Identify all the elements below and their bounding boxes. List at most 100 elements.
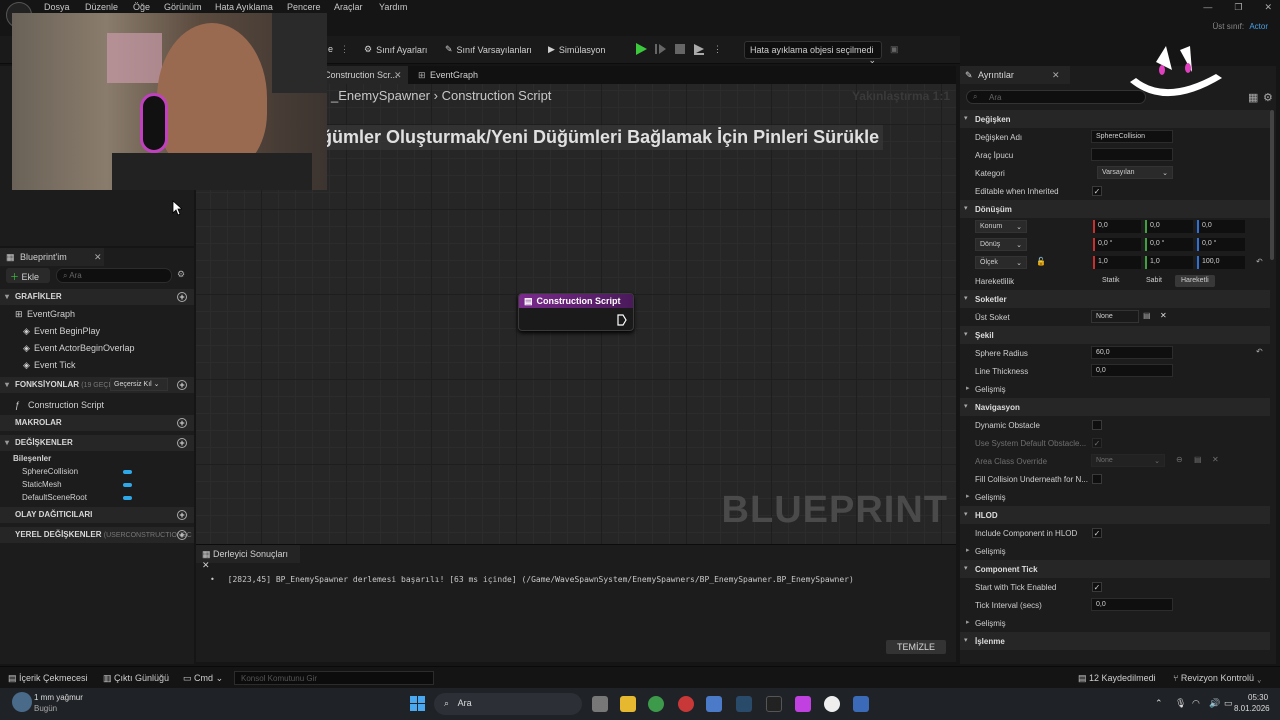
event-dispatchers-section[interactable]: OLAY DAĞITICILARI + — [0, 507, 194, 523]
details-tab[interactable]: ✎ Ayrıntılar ✕ — [960, 66, 1070, 84]
category-dropdown[interactable]: Varsayılan ⌄ — [1097, 166, 1173, 179]
location-y-field[interactable]: 0,0 — [1145, 220, 1193, 233]
rotation-x-field[interactable]: 0,0 ° — [1093, 238, 1141, 251]
rotation-dropdown[interactable]: Dönüş ⌄ — [975, 238, 1027, 251]
include-hlod-checkbox[interactable]: ✓ — [1092, 528, 1102, 538]
eject-icon[interactable] — [692, 42, 706, 56]
class-settings-button[interactable]: ⚙ Sınıf Ayarları — [364, 44, 427, 55]
clear-button[interactable]: TEMİZLE — [886, 640, 946, 654]
location-z-field[interactable]: 0,0 — [1197, 220, 1245, 233]
breadcrumb-root[interactable]: _EnemySpawner — [331, 88, 430, 103]
battery-icon[interactable]: ▭ — [1224, 698, 1233, 709]
advanced-tick-row[interactable]: ▸ Gelişmiş — [960, 614, 1270, 632]
menu-window[interactable]: Pencere — [287, 2, 321, 12]
chrome-icon[interactable] — [648, 696, 664, 712]
add-function-icon[interactable]: + — [177, 380, 187, 390]
app-icon[interactable] — [678, 696, 694, 712]
mobility-movable[interactable]: Hareketli — [1175, 275, 1215, 287]
console-command-input[interactable]: Konsol Komutunu Gir — [234, 671, 434, 685]
menu-tools[interactable]: Araçlar — [334, 2, 363, 12]
var-name-field[interactable]: SphereCollision — [1091, 130, 1173, 143]
grid-view-icon[interactable]: ▦ — [1248, 91, 1258, 104]
editable-inherited-checkbox[interactable]: ✓ — [1092, 186, 1102, 196]
add-dispatcher-icon[interactable]: + — [177, 510, 187, 520]
unsaved-button[interactable]: ▤ 12 Kaydedilmedi — [1078, 673, 1156, 684]
stop-icon[interactable] — [673, 42, 687, 56]
override-dropdown[interactable]: Geçersiz Kıl ⌄ — [110, 378, 168, 391]
close-compiler-icon[interactable]: ✕ — [202, 560, 210, 570]
parent-class-value[interactable]: Actor — [1249, 22, 1268, 31]
scale-x-field[interactable]: 1,0 — [1093, 256, 1141, 269]
simulation-button[interactable]: ▶ Simülasyon — [548, 44, 605, 55]
add-macro-icon[interactable]: + — [177, 418, 187, 428]
unreal-engine-icon[interactable] — [824, 696, 840, 712]
epic-games-icon[interactable] — [766, 696, 782, 712]
task-view-icon[interactable] — [592, 696, 608, 712]
wifi-icon[interactable]: ◠ — [1192, 698, 1200, 709]
location-x-field[interactable]: 0,0 — [1093, 220, 1141, 233]
add-variable-icon[interactable]: + — [177, 438, 187, 448]
clear-icon[interactable]: ✕ — [1160, 311, 1167, 320]
line-thickness-field[interactable]: 0,0 — [1091, 364, 1173, 377]
reset-icon[interactable]: ↶ — [1256, 257, 1263, 266]
store-icon[interactable] — [706, 696, 722, 712]
reset-icon[interactable]: ↶ — [1256, 347, 1263, 356]
location-dropdown[interactable]: Konum ⌄ — [975, 220, 1027, 233]
start-tick-checkbox[interactable]: ✓ — [1092, 582, 1102, 592]
menu-view[interactable]: Görünüm — [164, 2, 202, 12]
tab-eventgraph[interactable]: ⊞ EventGraph — [414, 66, 494, 84]
dynamic-obstacle-checkbox[interactable] — [1092, 420, 1102, 430]
details-scrollbar[interactable] — [1270, 110, 1274, 260]
debug-object-select[interactable]: Hata ayıklama objesi seçilmedi ⌄ — [744, 41, 882, 65]
construction-script-node[interactable]: ▤ Construction Script — [518, 293, 634, 331]
weather-icon[interactable] — [12, 692, 32, 712]
clock-time[interactable]: 05:30 — [1248, 693, 1268, 702]
restore-icon[interactable]: ❐ — [1234, 2, 1242, 13]
menu-file[interactable]: Dosya — [44, 2, 70, 12]
variable-section[interactable]: ▾ Değişken — [960, 110, 1270, 128]
rotation-y-field[interactable]: 0,0 ° — [1145, 238, 1193, 251]
menu-debug[interactable]: Hata Ayıklama — [215, 2, 273, 12]
file-explorer-icon[interactable] — [620, 696, 636, 712]
scale-dropdown[interactable]: Ölçek ⌄ — [975, 256, 1027, 269]
browse-icon[interactable]: ▤ — [1143, 311, 1151, 320]
local-variables-section[interactable]: YEREL DEĞİŞKENLER (USERCONSTRUCTIONSC + — [0, 527, 194, 543]
steam-icon[interactable] — [736, 696, 752, 712]
debug-filter-icon[interactable]: ▣ — [890, 44, 899, 55]
advanced-shape-row[interactable]: ▸ Gelişmiş — [960, 380, 1270, 398]
blueprint-search-input[interactable]: ⌕ Ara — [56, 268, 172, 283]
tick-interval-field[interactable]: 0,0 — [1091, 598, 1173, 611]
mobility-stationary[interactable]: Sabit — [1140, 275, 1168, 287]
cmd-dropdown[interactable]: ▭ Cmd ⌄ — [183, 673, 223, 684]
menu-edit[interactable]: Düzenle — [85, 2, 118, 12]
volume-icon[interactable]: 🔊 — [1209, 698, 1220, 709]
menu-help[interactable]: Yardım — [379, 2, 407, 12]
add-button[interactable]: ＋ Ekle — [6, 268, 50, 283]
content-drawer-button[interactable]: ▤ İçerik Çekmecesi — [8, 673, 88, 684]
output-log-button[interactable]: ▥ Çıktı Günlüğü — [103, 673, 169, 684]
macros-section[interactable]: MAKROLAR + — [0, 415, 194, 431]
tooltip-field[interactable] — [1091, 148, 1173, 161]
unlock-icon[interactable]: 🔓 — [1036, 257, 1046, 266]
add-local-variable-icon[interactable]: + — [177, 530, 187, 540]
transform-section[interactable]: ▾ Dönüşüm — [960, 200, 1270, 218]
advanced-navigation-row[interactable]: ▸ Gelişmiş — [960, 488, 1270, 506]
rendering-section[interactable]: ▾ İşlenme — [960, 632, 1270, 650]
mobility-static[interactable]: Statik — [1096, 275, 1126, 287]
settings-gear-icon[interactable]: ⚙ — [177, 269, 185, 280]
sockets-section[interactable]: ▾ Soketler — [960, 290, 1270, 308]
exec-pin-icon[interactable] — [617, 314, 627, 326]
step-icon[interactable] — [654, 42, 668, 56]
functions-section[interactable]: ▾ FONKSİYONLAR (19 GEÇERSİ Geçersiz Kıl … — [0, 377, 194, 393]
play-options-icon[interactable]: ⋮ — [713, 44, 722, 55]
scale-z-field[interactable]: 100,0 — [1197, 256, 1245, 269]
menu-asset[interactable]: Öğe — [133, 2, 150, 12]
close-tab-icon[interactable]: ✕ — [394, 70, 402, 81]
my-blueprint-tab[interactable]: ▦ Blueprint'im ✕ — [0, 248, 104, 266]
hlod-section[interactable]: ▾ HLOD — [960, 506, 1270, 524]
close-details-icon[interactable]: ✕ — [1052, 70, 1060, 81]
taskbar-search[interactable]: ⌕ Ara — [434, 693, 582, 715]
toolbar-more-icon[interactable]: ⋮ — [340, 44, 349, 55]
details-search-input[interactable]: ⌕ Ara — [966, 90, 1146, 104]
play-icon[interactable] — [634, 42, 648, 56]
